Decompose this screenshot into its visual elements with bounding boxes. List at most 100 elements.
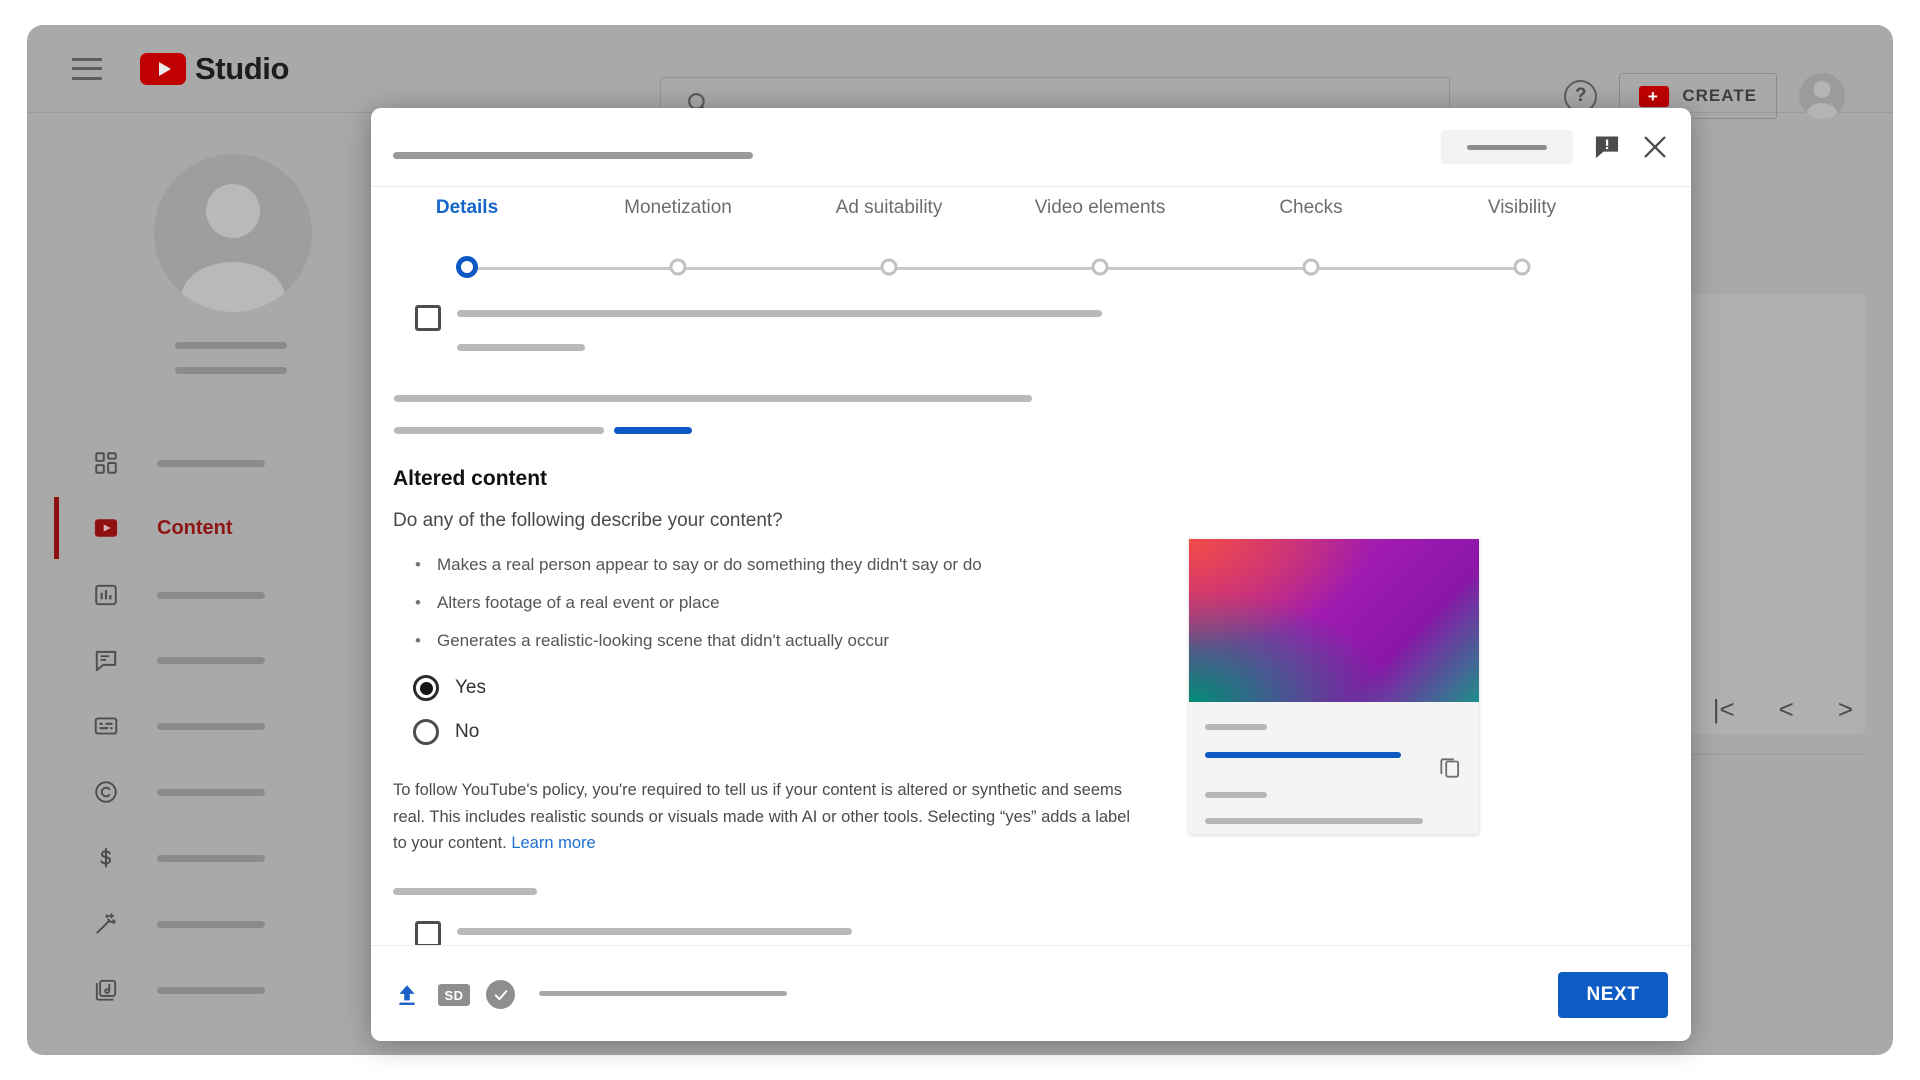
subsection-placeholder <box>394 427 604 434</box>
tab-ad-suitability[interactable]: Ad suitability <box>836 197 943 219</box>
menu-icon[interactable] <box>72 57 102 80</box>
close-icon[interactable] <box>1641 133 1669 161</box>
sidebar-item-subtitles[interactable] <box>27 702 397 750</box>
radio-label-no: No <box>455 721 480 742</box>
sidebar-item-customization[interactable] <box>27 900 397 948</box>
step-dot-visibility[interactable] <box>1513 258 1531 276</box>
analytics-icon <box>89 578 123 612</box>
tab-details[interactable]: Details <box>436 197 498 219</box>
sidebar-item-earn[interactable] <box>27 834 397 882</box>
video-preview-card <box>1189 539 1479 834</box>
stepper-track <box>467 267 1522 270</box>
sidebar-label-placeholder <box>157 920 265 928</box>
altered-content-question: Do any of the following describe your co… <box>393 510 783 531</box>
sidebar-label-placeholder <box>157 788 265 796</box>
altered-content-radio-no[interactable]: No <box>413 719 479 745</box>
sidebar-item-copyright[interactable] <box>27 768 397 816</box>
magic-wand-icon <box>89 907 123 941</box>
altered-content-radio-yes[interactable]: Yes <box>413 675 486 701</box>
policy-body: To follow YouTube's policy, you're requi… <box>393 781 1131 853</box>
comments-icon <box>89 643 123 677</box>
video-thumbnail[interactable] <box>1189 539 1479 702</box>
channel-name-placeholder <box>175 342 287 349</box>
bullet-item-2: Alters footage of a real event or place <box>415 593 720 613</box>
sidebar-label-placeholder <box>157 854 265 862</box>
checkbox-label-placeholder <box>457 310 1102 317</box>
tab-video-elements[interactable]: Video elements <box>1035 197 1166 219</box>
preview-filename-label-placeholder <box>1205 792 1267 798</box>
sidebar: Content <box>27 114 397 1055</box>
copyright-icon <box>89 775 123 809</box>
sidebar-label-placeholder <box>157 459 265 467</box>
bullet-item-1: Makes a real person appear to say or do … <box>415 555 982 575</box>
feedback-icon[interactable] <box>1593 133 1621 161</box>
sidebar-item-content[interactable]: Content <box>27 497 397 559</box>
sidebar-label-placeholder <box>157 986 265 994</box>
radio-unselected-icon <box>413 719 439 745</box>
section-divider-placeholder <box>394 395 1032 402</box>
copy-link-icon[interactable] <box>1437 754 1463 782</box>
dialog-title-placeholder <box>393 152 753 159</box>
lower-checkbox[interactable] <box>415 921 441 947</box>
subtitles-icon <box>89 709 123 743</box>
sidebar-label-placeholder <box>157 591 265 599</box>
content-video-icon <box>89 511 123 545</box>
brand-name: Studio <box>195 50 290 86</box>
next-section-placeholder <box>393 888 537 895</box>
check-circle-icon <box>486 980 515 1009</box>
tab-monetization[interactable]: Monetization <box>624 197 732 219</box>
step-dot-monetization[interactable] <box>669 258 687 276</box>
active-indicator <box>54 497 59 559</box>
tab-visibility[interactable]: Visibility <box>1488 197 1556 219</box>
dialog-header <box>371 108 1691 186</box>
first-page-icon[interactable]: |< <box>1713 694 1735 725</box>
lower-checkbox-label-placeholder <box>457 928 852 935</box>
step-dot-details[interactable] <box>456 256 478 278</box>
save-status-chip <box>1441 130 1573 164</box>
sidebar-item-dashboard[interactable] <box>27 439 397 487</box>
dialog-body: Altered content Do any of the following … <box>371 283 1691 983</box>
audio-library-icon <box>89 973 123 1007</box>
account-avatar[interactable] <box>1799 73 1845 119</box>
sidebar-item-audio-library[interactable] <box>27 966 397 1014</box>
preview-label-placeholder <box>1205 724 1267 730</box>
youtube-play-icon <box>140 52 186 85</box>
preview-filename-placeholder <box>1205 818 1423 824</box>
sidebar-item-label: Content <box>157 516 233 539</box>
sidebar-item-analytics[interactable] <box>27 571 397 619</box>
dollar-icon <box>89 841 123 875</box>
step-dot-video-elements[interactable] <box>1091 258 1109 276</box>
tab-checks[interactable]: Checks <box>1279 197 1342 219</box>
radio-label-yes: Yes <box>455 677 486 698</box>
made-for-kids-checkbox[interactable] <box>415 305 441 331</box>
radio-selected-icon <box>413 675 439 701</box>
studio-logo[interactable]: Studio <box>140 51 289 87</box>
quality-badge: SD <box>438 984 470 1006</box>
checkbox-sublabel-placeholder <box>457 344 585 351</box>
next-button[interactable]: NEXT <box>1558 972 1668 1018</box>
upload-stepper: Details Monetization Ad suitability Vide… <box>371 187 1691 283</box>
create-button-label: CREATE <box>1682 86 1757 105</box>
step-dot-ad-suitability[interactable] <box>880 258 898 276</box>
upload-dialog: Details Monetization Ad suitability Vide… <box>371 108 1691 1041</box>
channel-handle-placeholder <box>175 367 287 374</box>
dashboard-icon <box>89 446 123 480</box>
prev-page-icon[interactable]: < <box>1779 694 1794 725</box>
upload-icon <box>399 985 415 1005</box>
screen-root: Studio ? + CREATE Content |< < > Details… <box>0 0 1920 1080</box>
sidebar-label-placeholder <box>157 722 265 730</box>
sidebar-item-comments[interactable] <box>27 636 397 684</box>
dialog-footer: SD NEXT <box>371 945 1691 1041</box>
active-tab-underline <box>614 427 692 434</box>
bullet-item-3: Generates a realistic-looking scene that… <box>415 631 889 651</box>
channel-avatar <box>154 154 312 312</box>
altered-content-policy-text: To follow YouTube's policy, you're requi… <box>393 777 1133 857</box>
learn-more-link[interactable]: Learn more <box>511 834 595 852</box>
dialog-header-actions <box>1441 130 1669 164</box>
video-camera-icon: + <box>1639 85 1671 107</box>
step-dot-checks[interactable] <box>1302 258 1320 276</box>
altered-content-title: Altered content <box>393 467 548 490</box>
next-page-icon[interactable]: > <box>1838 694 1853 725</box>
sidebar-label-placeholder <box>157 656 265 664</box>
video-link-placeholder <box>1205 752 1401 758</box>
